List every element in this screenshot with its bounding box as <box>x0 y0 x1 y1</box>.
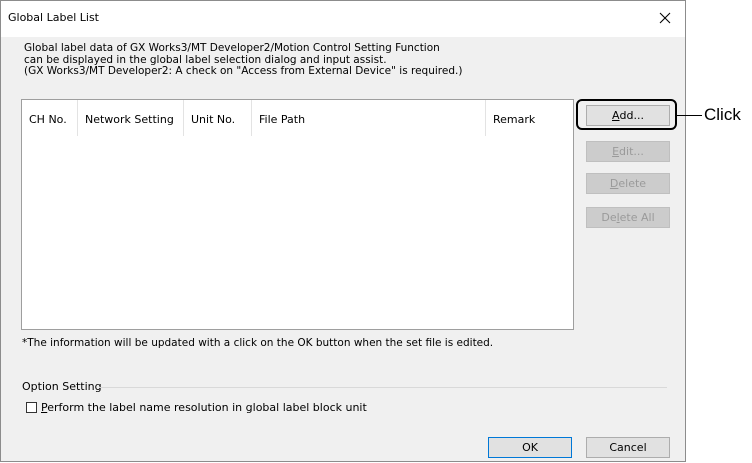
title-bar: Global Label List <box>1 1 685 37</box>
delete-all-button[interactable]: De l ete All <box>586 207 670 228</box>
edit-button[interactable]: Edit... <box>586 141 670 162</box>
column-header-ch-no[interactable]: CH No. <box>29 113 67 126</box>
description-line-1: Global label data of GX Works3/MT Develo… <box>24 42 440 54</box>
edit-button-label: dit... <box>619 145 644 158</box>
column-divider[interactable] <box>251 100 252 136</box>
column-divider[interactable] <box>485 100 486 136</box>
column-divider[interactable] <box>77 100 78 136</box>
close-icon <box>659 12 671 24</box>
update-note: *The information will be updated with a … <box>22 337 494 349</box>
add-button-highlight <box>576 99 677 130</box>
ok-button[interactable]: OK <box>488 437 572 458</box>
column-header-remark[interactable]: Remark <box>493 113 535 126</box>
global-label-list-dialog: Global Label List Global label data of G… <box>0 0 686 462</box>
column-divider[interactable] <box>183 100 184 136</box>
delete-all-label-start: De <box>601 211 617 224</box>
callout-leader-line <box>677 115 702 116</box>
checkbox-label: Perform the label name resolution in glo… <box>41 401 367 414</box>
column-header-file-path[interactable]: File Path <box>259 113 305 126</box>
option-setting-divider <box>99 387 667 388</box>
table-header: CH No. Network Setting Unit No. File Pat… <box>22 100 573 136</box>
delete-button[interactable]: Delete <box>586 173 670 194</box>
click-callout: Click <box>704 105 741 124</box>
delete-button-label: elete <box>618 177 647 190</box>
edit-button-mnemonic: E <box>612 145 620 158</box>
description-line-3: (GX Works3/MT Developer2: A check on "Ac… <box>24 65 463 77</box>
close-button[interactable] <box>645 3 685 33</box>
delete-all-label-end: ete All <box>619 211 655 224</box>
global-label-list-table[interactable]: CH No. Network Setting Unit No. File Pat… <box>21 99 574 330</box>
cancel-button[interactable]: Cancel <box>586 437 670 458</box>
description-text: Global label data of GX Works3/MT Develo… <box>24 42 463 78</box>
dialog-title: Global Label List <box>8 11 99 24</box>
column-header-unit-no[interactable]: Unit No. <box>191 113 235 126</box>
column-header-network-setting[interactable]: Network Setting <box>85 113 174 126</box>
delete-button-mnemonic: D <box>609 177 619 190</box>
checkbox-label-rest: erform the label name resolution in glob… <box>47 401 367 414</box>
label-block-resolution-option[interactable]: Perform the label name resolution in glo… <box>26 401 367 414</box>
label-block-resolution-checkbox[interactable] <box>26 402 37 413</box>
option-setting-label: Option Setting <box>22 380 102 393</box>
